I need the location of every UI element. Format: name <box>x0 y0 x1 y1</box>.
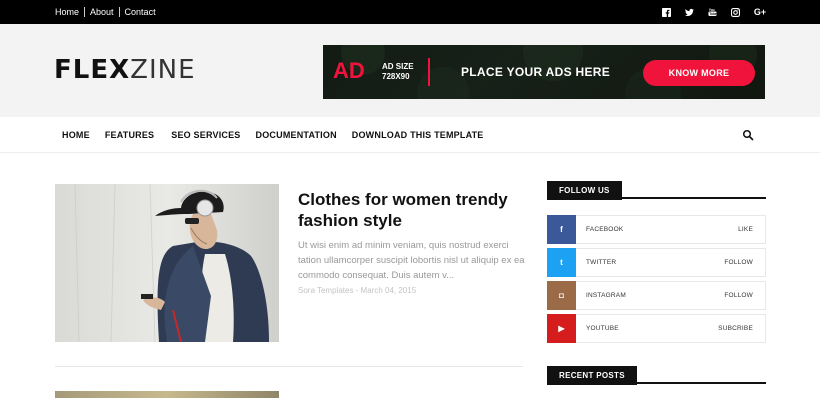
social-action: FOLLOW <box>724 259 753 266</box>
social-action: FOLLOW <box>724 292 753 299</box>
post-thumbnail-image <box>55 184 279 342</box>
social-row-youtube[interactable]: ▶ YOUTUBE SUBCRIBE <box>547 314 766 343</box>
facebook-icon[interactable] <box>662 7 671 17</box>
nav-item-home[interactable]: HOME <box>62 130 90 140</box>
ad-know-more-button[interactable]: KNOW MORE <box>643 60 755 86</box>
top-link-contact[interactable]: Contact <box>118 7 161 17</box>
post-divider <box>55 366 523 367</box>
main-nav-items: HOME FEATURES SEO SERVICES DOCUMENTATION… <box>62 117 499 153</box>
social-name: TWITTER <box>586 259 617 266</box>
recent-posts-title: RECENT POSTS <box>547 366 637 385</box>
social-row-facebook[interactable]: f FACEBOOK LIKE <box>547 215 766 244</box>
nav-item-features-label: FEATURES <box>104 130 155 140</box>
top-nav: Home About Contact <box>55 0 161 24</box>
youtube-icon: ▶ <box>547 314 576 343</box>
ad-size-line1: AD SIZE <box>382 62 414 71</box>
recent-posts-widget-header: RECENT POSTS <box>547 365 766 385</box>
top-bar: Home About Contact You Tube G+ <box>0 0 820 24</box>
nav-item-seo-services[interactable]: SEO SERVICES <box>171 130 240 140</box>
site-header: FLEXZINE AD AD SIZE 728X90 PLACE YOUR AD… <box>0 24 820 117</box>
social-name: INSTAGRAM <box>586 292 626 299</box>
follow-us-title: FOLLOW US <box>547 181 622 200</box>
follow-us-widget-header: FOLLOW US <box>547 180 766 200</box>
top-link-home[interactable]: Home <box>55 7 84 17</box>
facebook-icon: f <box>547 215 576 244</box>
second-post-thumbnail[interactable] <box>55 391 279 398</box>
svg-text:Tube: Tube <box>709 12 717 16</box>
nav-item-features[interactable]: FEATURES <box>105 130 156 140</box>
social-row-twitter[interactable]: t TWITTER FOLLOW <box>547 248 766 277</box>
ad-separator <box>428 58 430 86</box>
instagram-icon[interactable] <box>731 7 740 17</box>
social-action: LIKE <box>738 226 753 233</box>
twitter-icon[interactable] <box>685 8 694 17</box>
post-meta: Sora Templates - March 04, 2015 <box>298 286 417 295</box>
site-logo[interactable]: FLEXZINE <box>54 57 196 83</box>
follow-us-list: f FACEBOOK LIKE t TWITTER FOLLOW ◘ INSTA… <box>547 215 766 347</box>
social-name: FACEBOOK <box>586 226 624 233</box>
post-thumbnail[interactable] <box>55 184 279 342</box>
social-name: YOUTUBE <box>586 325 619 332</box>
social-action: SUBCRIBE <box>718 325 753 332</box>
search-icon[interactable] <box>742 129 754 141</box>
post-excerpt: Ut wisi enim ad minim veniam, quis nostr… <box>298 240 525 281</box>
google-plus-icon[interactable]: G+ <box>754 7 766 17</box>
twitter-icon: t <box>547 248 576 277</box>
post-title[interactable]: Clothes for women trendy fashion style <box>298 189 524 231</box>
ad-headline: PLACE YOUR ADS HERE <box>461 65 611 79</box>
social-row-instagram[interactable]: ◘ INSTAGRAM FOLLOW <box>547 281 766 310</box>
ad-size-label: AD SIZE 728X90 <box>382 62 414 82</box>
ad-big-label: AD <box>333 58 365 83</box>
youtube-icon[interactable]: You Tube <box>708 8 717 17</box>
top-social-icons: You Tube G+ <box>662 0 766 24</box>
logo-bold-text: FLEX <box>54 55 131 85</box>
instagram-icon: ◘ <box>547 281 576 310</box>
ad-size-line2: 728X90 <box>382 72 410 81</box>
header-ad-banner[interactable]: AD AD SIZE 728X90 PLACE YOUR ADS HERE KN… <box>323 45 765 99</box>
main-nav: HOME FEATURES SEO SERVICES DOCUMENTATION… <box>0 117 820 153</box>
nav-item-download-template[interactable]: DOWNLOAD THIS TEMPLATE <box>352 130 484 140</box>
top-link-about[interactable]: About <box>84 7 119 17</box>
logo-thin-text: ZINE <box>130 55 196 85</box>
nav-item-documentation[interactable]: DOCUMENTATION <box>256 130 337 140</box>
